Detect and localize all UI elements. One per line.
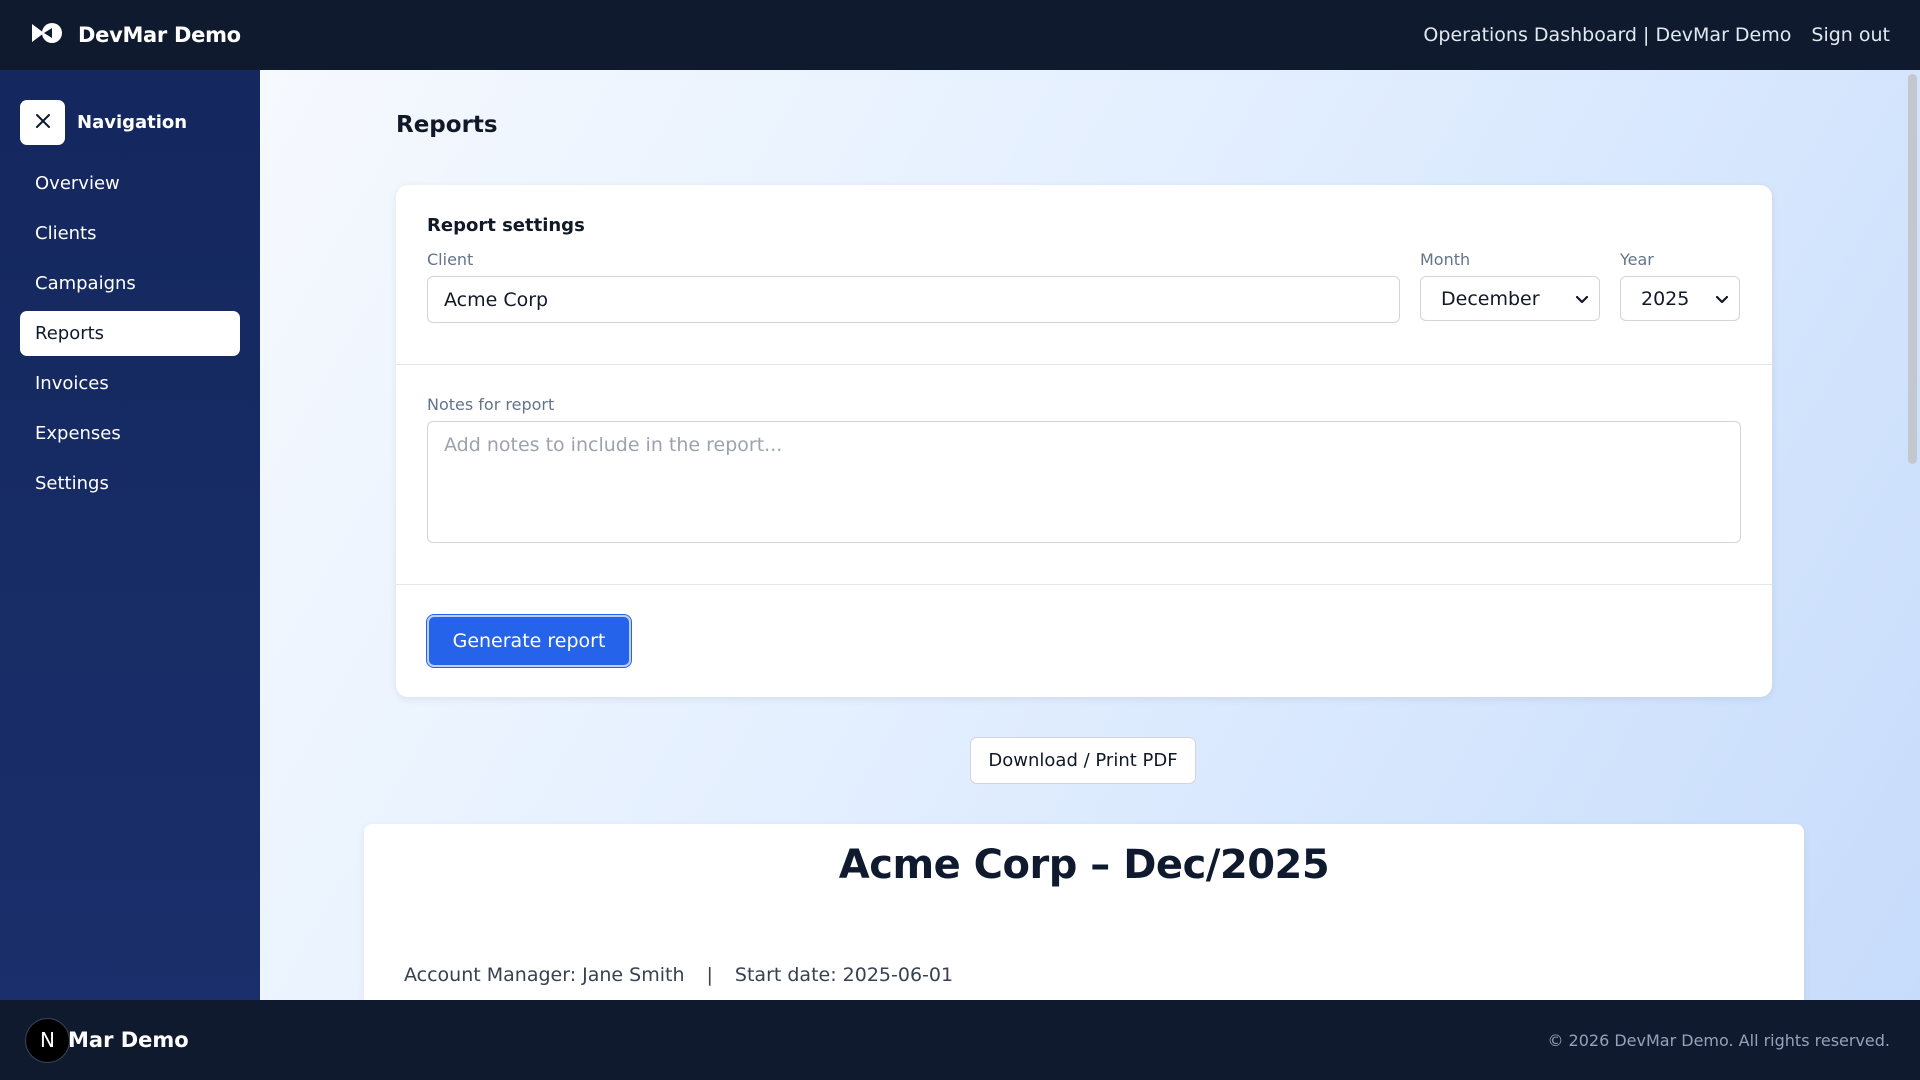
sidebar: Navigation Overview Clients Campaigns Re… (0, 70, 260, 1000)
month-select[interactable]: December (1420, 276, 1600, 321)
navigation-title: Navigation (77, 112, 188, 133)
notes-label: Notes for report (427, 395, 555, 414)
scrollbar-thumb[interactable] (1908, 74, 1917, 464)
close-icon (35, 113, 51, 133)
chevron-down-icon (1575, 288, 1589, 310)
footer-brand-name: Mar Demo (68, 1028, 189, 1052)
year-select[interactable]: 2025 (1620, 276, 1740, 321)
report-settings-card: Report settings Client Acme Corp Month D… (396, 185, 1772, 697)
client-label: Client (427, 250, 474, 269)
account-manager: Account Manager: Jane Smith (404, 964, 685, 986)
month-label: Month (1420, 250, 1471, 269)
meta-separator: | (706, 964, 713, 986)
download-pdf-button[interactable]: Download / Print PDF (970, 737, 1196, 784)
sidebar-item-invoices[interactable]: Invoices (20, 361, 240, 406)
client-input[interactable]: Acme Corp (427, 276, 1400, 323)
sidebar-item-settings[interactable]: Settings (20, 461, 240, 506)
brand[interactable]: DevMar Demo (30, 21, 241, 50)
sidebar-item-overview[interactable]: Overview (20, 161, 240, 206)
sidebar-item-expenses[interactable]: Expenses (20, 411, 240, 456)
brand-name: DevMar Demo (78, 23, 241, 47)
sign-out-link[interactable]: Sign out (1811, 24, 1890, 46)
sidebar-item-reports[interactable]: Reports (20, 311, 240, 356)
year-label: Year (1620, 250, 1654, 269)
client-value: Acme Corp (444, 288, 549, 311)
footer-copyright: © 2026 DevMar Demo. All rights reserved. (1547, 1030, 1890, 1050)
close-navigation-button[interactable] (20, 100, 65, 145)
sidebar-item-clients[interactable]: Clients (20, 211, 240, 256)
report-settings-heading: Report settings (427, 215, 585, 236)
generate-report-button[interactable]: Generate report (426, 614, 632, 668)
footer: N Mar Demo © 2026 DevMar Demo. All right… (0, 1000, 1920, 1080)
devmar-logo-icon (30, 21, 66, 50)
year-value: 2025 (1641, 287, 1690, 310)
report-title: Acme Corp – Dec/2025 (838, 842, 1330, 888)
sidebar-item-campaigns[interactable]: Campaigns (20, 261, 240, 306)
chevron-down-icon (1715, 288, 1729, 310)
avatar[interactable]: N (25, 1017, 70, 1063)
top-bar: DevMar Demo Operations Dashboard | DevMa… (0, 0, 1920, 70)
dashboard-context: Operations Dashboard | DevMar Demo (1423, 24, 1792, 46)
start-date: Start date: 2025-06-01 (734, 964, 954, 986)
notes-textarea[interactable]: Add notes to include in the report... (427, 421, 1741, 543)
main-content: Reports Report settings Client Acme Corp… (260, 70, 1920, 1000)
month-value: December (1441, 287, 1540, 310)
notes-placeholder: Add notes to include in the report... (444, 434, 783, 456)
page-title: Reports (396, 112, 498, 138)
report-preview: Acme Corp – Dec/2025 Account Manager: Ja… (364, 824, 1804, 1000)
